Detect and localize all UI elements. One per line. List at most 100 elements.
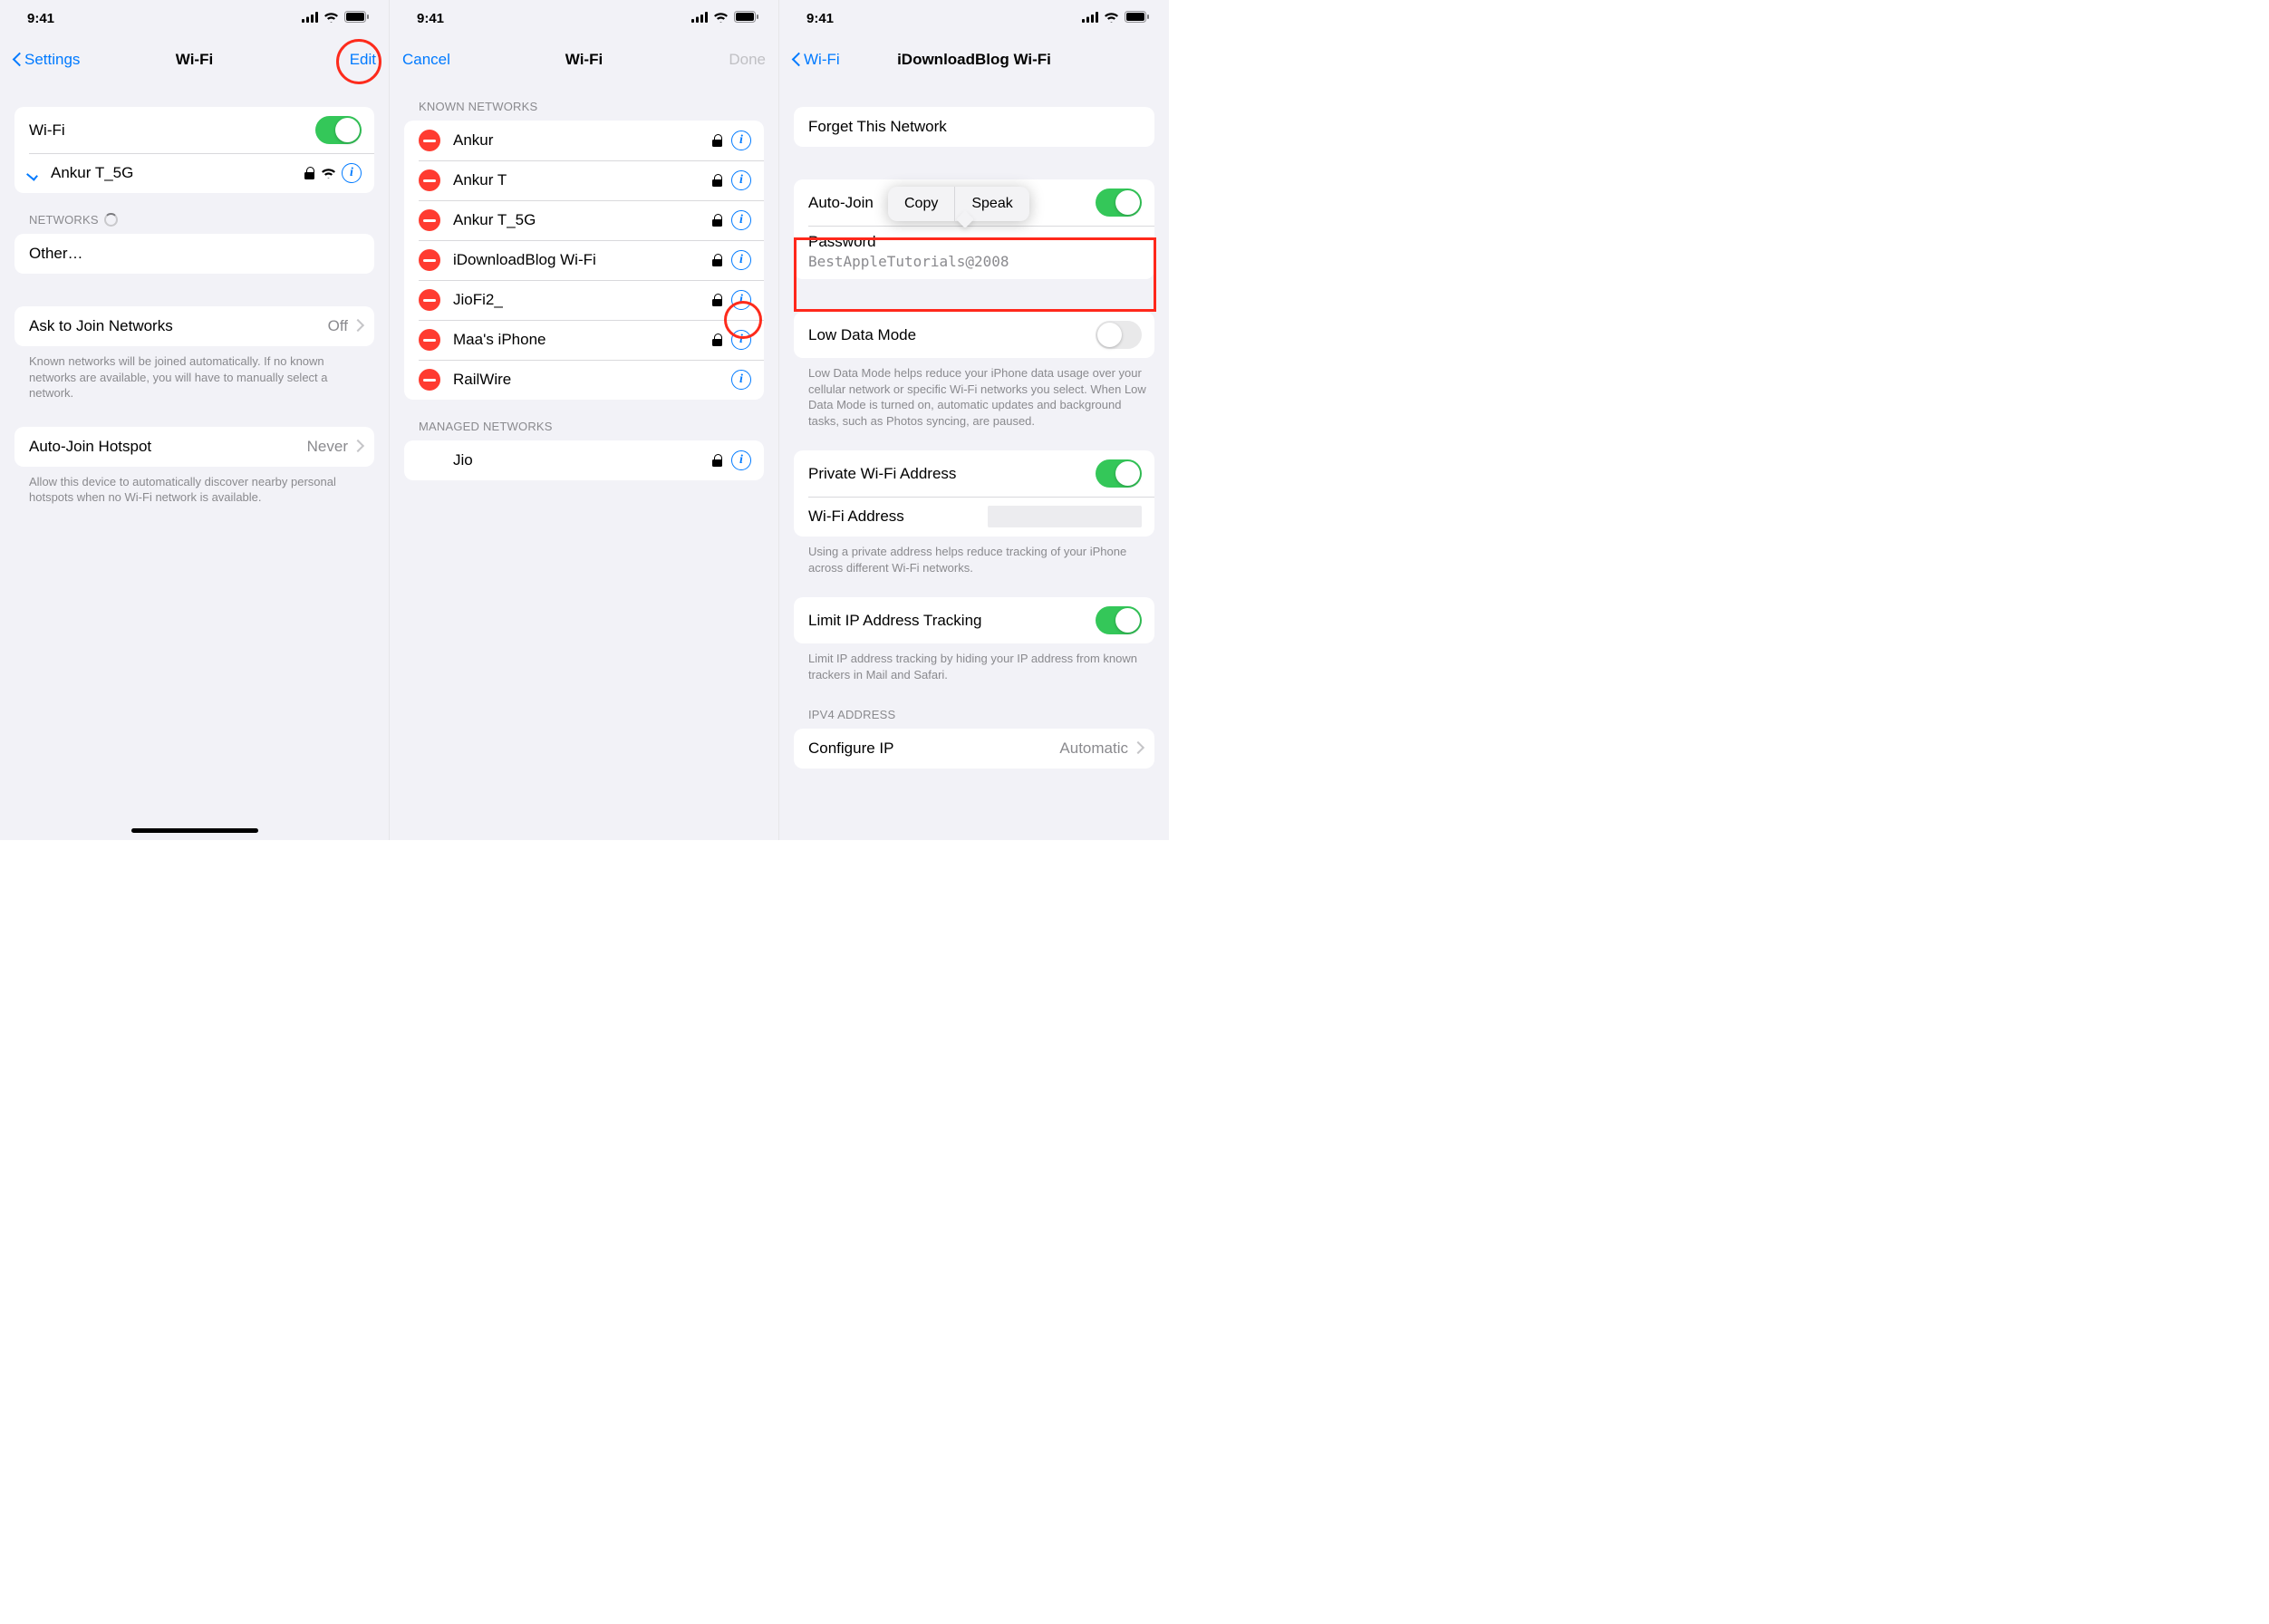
remove-icon[interactable] [419, 130, 440, 151]
status-icons [302, 11, 369, 23]
status-icons [1082, 11, 1149, 23]
done-button[interactable]: Done [729, 51, 766, 69]
edit-button[interactable]: Edit [350, 51, 376, 69]
nav-bar: Settings Wi-Fi Edit [0, 40, 389, 80]
known-network-row[interactable]: Ankur i [404, 121, 764, 160]
limit-ip-toggle[interactable] [1096, 606, 1142, 634]
configure-ip-row[interactable]: Configure IP Automatic [794, 729, 1154, 768]
managed-network-row[interactable]: Jio i [404, 440, 764, 480]
remove-icon[interactable] [419, 169, 440, 191]
autojoin-toggle[interactable] [1096, 188, 1142, 217]
status-bar: 9:41 [779, 0, 1169, 40]
info-icon[interactable]: i [731, 290, 751, 310]
back-button[interactable]: Wi-Fi [792, 51, 840, 69]
forget-button[interactable]: Forget This Network [794, 107, 1154, 147]
lock-icon [712, 294, 722, 306]
known-networks-group: Ankur i Ankur T i Ankur T_5G i iDownload… [404, 121, 764, 400]
status-time: 9:41 [806, 11, 834, 26]
chevron-left-icon [792, 52, 802, 68]
networks-header: NETWORKS [0, 193, 389, 234]
ask-join-footer: Known networks will be joined automatica… [0, 346, 389, 401]
other-networks-group: Other… [14, 234, 374, 274]
lock-icon [712, 454, 722, 467]
back-label: Wi-Fi [804, 51, 840, 69]
known-network-row[interactable]: Ankur T_5G i [404, 200, 764, 240]
known-networks-edit-screen: 9:41 Cancel Wi-Fi Done KNOWN NETWORKS An… [390, 0, 779, 840]
wifi-toggle-row[interactable]: Wi-Fi [14, 107, 374, 153]
wifi-address-row: Wi-Fi Address [794, 497, 1154, 536]
private-address-group: Private Wi-Fi Address Wi-Fi Address [794, 450, 1154, 536]
nav-bar: Wi-Fi iDownloadBlog Wi-Fi [779, 40, 1169, 80]
wifi-strength-icon [320, 167, 336, 179]
known-network-row[interactable]: JioFi2_ i [404, 280, 764, 320]
home-indicator[interactable] [131, 828, 258, 833]
ipv4-header: IPV4 ADDRESS [779, 682, 1169, 729]
info-icon[interactable]: i [731, 210, 751, 230]
chevron-right-icon [1134, 742, 1142, 755]
lock-icon [712, 134, 722, 147]
battery-icon [344, 11, 369, 23]
nav-bar: Cancel Wi-Fi Done [390, 40, 778, 80]
managed-networks-header: MANAGED NETWORKS [390, 400, 778, 440]
limit-ip-row[interactable]: Limit IP Address Tracking [794, 597, 1154, 643]
info-icon[interactable]: i [342, 163, 362, 183]
lowdata-group: Low Data Mode [794, 312, 1154, 358]
known-network-row[interactable]: RailWire i [404, 360, 764, 400]
info-icon[interactable]: i [731, 330, 751, 350]
other-row[interactable]: Other… [14, 234, 374, 274]
hotspot-group: Auto-Join Hotspot Never [14, 427, 374, 467]
spinner-icon [104, 213, 118, 227]
wifi-icon [323, 12, 339, 23]
check-icon [29, 168, 43, 179]
known-network-row[interactable]: Maa's iPhone i [404, 320, 764, 360]
lock-icon [712, 334, 722, 346]
chevron-right-icon [353, 440, 362, 453]
password-value: BestAppleTutorials@2008 [808, 253, 1142, 270]
info-icon[interactable]: i [731, 130, 751, 150]
private-address-toggle[interactable] [1096, 459, 1142, 488]
password-row[interactable]: Password BestAppleTutorials@2008 [794, 226, 1154, 279]
known-networks-header: KNOWN NETWORKS [390, 80, 778, 121]
ask-join-row[interactable]: Ask to Join Networks Off [14, 306, 374, 346]
remove-icon[interactable] [419, 329, 440, 351]
wifi-toggle-group: Wi-Fi Ankur T_5G i [14, 107, 374, 193]
info-icon[interactable]: i [731, 370, 751, 390]
status-bar: 9:41 [0, 0, 389, 40]
wifi-settings-screen: 9:41 Settings Wi-Fi Edit Wi-Fi Ankur T_5… [0, 0, 390, 840]
ipv4-group: Configure IP Automatic [794, 729, 1154, 768]
battery-icon [1125, 11, 1149, 23]
hotspot-row[interactable]: Auto-Join Hotspot Never [14, 427, 374, 467]
remove-icon[interactable] [419, 209, 440, 231]
info-icon[interactable]: i [731, 170, 751, 190]
speak-button[interactable]: Speak [955, 187, 1028, 221]
private-address-row[interactable]: Private Wi-Fi Address [794, 450, 1154, 497]
known-network-row[interactable]: Ankur T i [404, 160, 764, 200]
context-menu: Copy Speak [888, 187, 1029, 221]
lock-icon [712, 174, 722, 187]
connected-network-row[interactable]: Ankur T_5G i [14, 153, 374, 193]
private-address-footer: Using a private address helps reduce tra… [779, 536, 1169, 575]
lowdata-footer: Low Data Mode helps reduce your iPhone d… [779, 358, 1169, 429]
wifi-icon [1104, 12, 1119, 23]
back-button[interactable]: Settings [13, 51, 80, 69]
network-detail-screen: 9:41 Wi-Fi iDownloadBlog Wi-Fi Forget Th… [779, 0, 1169, 840]
info-icon[interactable]: i [731, 450, 751, 470]
cellular-icon [691, 12, 708, 23]
hotspot-footer: Allow this device to automatically disco… [0, 467, 389, 506]
status-time: 9:41 [417, 11, 444, 26]
lowdata-row[interactable]: Low Data Mode [794, 312, 1154, 358]
wifi-toggle[interactable] [315, 116, 362, 144]
remove-icon[interactable] [419, 289, 440, 311]
lowdata-toggle[interactable] [1096, 321, 1142, 349]
wifi-icon [713, 12, 729, 23]
cellular-icon [302, 12, 318, 23]
back-label: Settings [24, 51, 80, 69]
cancel-button[interactable]: Cancel [402, 51, 450, 69]
remove-icon[interactable] [419, 369, 440, 391]
remove-icon[interactable] [419, 249, 440, 271]
copy-button[interactable]: Copy [888, 187, 954, 221]
info-icon[interactable]: i [731, 250, 751, 270]
known-network-row-idownloadblog[interactable]: iDownloadBlog Wi-Fi i [404, 240, 764, 280]
lock-icon [304, 167, 314, 179]
status-bar: 9:41 [390, 0, 778, 40]
